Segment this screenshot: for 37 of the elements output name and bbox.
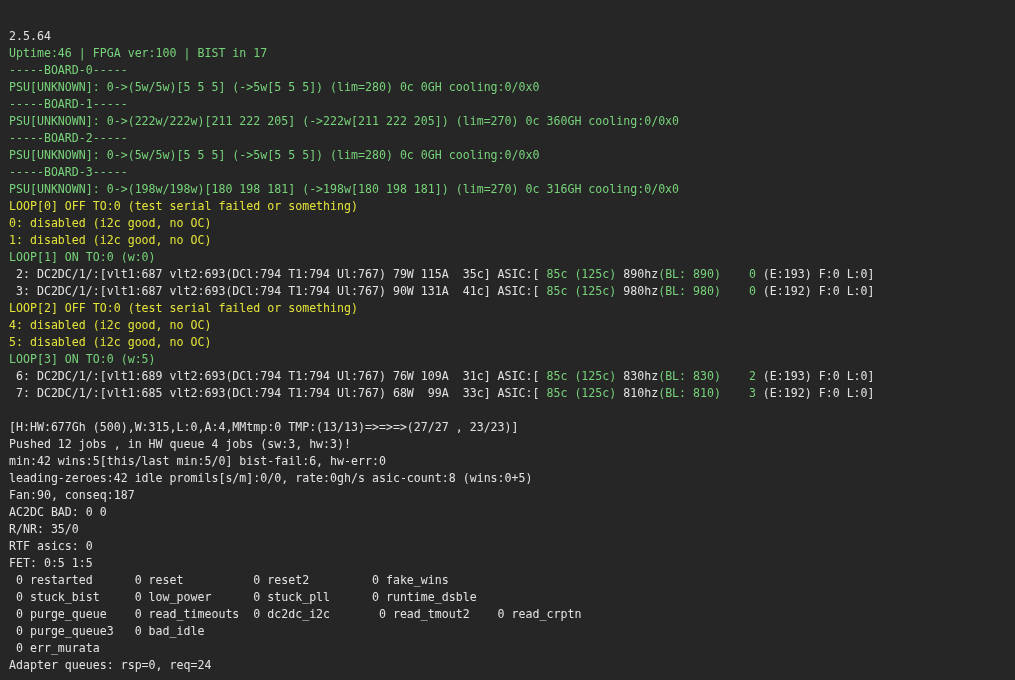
log-line: -----BOARD-3-----: [9, 164, 128, 181]
log-line: PSU[UNKNOWN]: 0->(5w/5w)[5 5 5] (->5w[5 5 5]) (lim=280) 0c 0GH cooling:0/0x0: [9, 147, 540, 164]
log-line: 4: disabled (i2c good, no OC): [9, 317, 212, 334]
log-line: leading-zeroes:42 idle promils[s/m]:0/0, rate:0gh/s asic-count:8 (wins:0+5): [9, 470, 533, 487]
log-line: LOOP[1] ON TO:0 (w:0): [9, 249, 156, 266]
log-line: Uptime:46 | FPGA ver:100 | BIST in 17: [9, 45, 268, 62]
log-line: RTF asics: 0: [9, 538, 93, 555]
log-line: [H:HW:677Gh (500),W:315,L:0,A:4,MMtmp:0 TMP:(13/13)=>=>=>(27/27 , 23/23)]: [9, 419, 519, 436]
log-line: LOOP[2] OFF TO:0 (test serial failed or something): [9, 300, 358, 317]
log-line: 0 purge_queue 0 read_timeouts 0 dc2dc_i2c 0 read_tmout2 0 read_crptn: [14, 606, 582, 623]
log-line: min:42 wins:5[this/last min:5/0] bist-fail:6, hw-err:0: [9, 453, 386, 470]
log-line: 0 stuck_bist 0 low_power 0 stuck_pll 0 runtime_dsble: [14, 589, 477, 606]
log-line: 7: DC2DC/1/:[vlt1:685 vlt2:693(DCl:794 T1:794 Ul:767) 68W 99A 33c] ASIC:[ 85c (125c) 810hz(BL: 810) 3 (E:192) F:0 L:0]: [14, 385, 875, 402]
log-line: FET: 0:5 1:5: [9, 555, 93, 572]
log-line: PSU[UNKNOWN]: 0->(5w/5w)[5 5 5] (->5w[5 5 5]) (lim=280) 0c 0GH cooling:0/0x0: [9, 79, 540, 96]
log-line: 2.5.64: [9, 28, 51, 45]
log-line: 0 restarted 0 reset 0 reset2 0 fake_wins: [14, 572, 449, 589]
log-line: LOOP[3] ON TO:0 (w:5): [9, 351, 156, 368]
log-line: -----BOARD-0-----: [9, 62, 128, 79]
log-line: 0 purge_queue3 0 bad_idle: [14, 623, 205, 640]
log-line: 0 err_murata: [14, 640, 100, 657]
log-line: 0: disabled (i2c good, no OC): [9, 215, 212, 232]
log-line: PSU[UNKNOWN]: 0->(222w/222w)[211 222 205] (->222w[211 222 205]) (lim=270) 0c 360GH cooling:0/0x0: [9, 113, 680, 130]
log-line: Adapter queues: rsp=0, req=24: [9, 657, 212, 674]
log-line: 2: DC2DC/1/:[vlt1:687 vlt2:693(DCl:794 T1:794 Ul:767) 79W 115A 35c] ASIC:[ 85c (125c) 890hz(BL: 890) 0 (E:193) F:0 L:0]: [14, 266, 875, 283]
log-line: PSU[UNKNOWN]: 0->(198w/198w)[180 198 181] (->198w[180 198 181]) (lim=270) 0c 316GH cooling:0/0x0: [9, 181, 680, 198]
log-line: -----BOARD-2-----: [9, 130, 128, 147]
log-line: 3: DC2DC/1/:[vlt1:687 vlt2:693(DCl:794 T1:794 Ul:767) 90W 131A 41c] ASIC:[ 85c (125c) 980hz(BL: 980) 0 (E:192) F:0 L:0]: [14, 283, 875, 300]
log-line: AC2DC BAD: 0 0: [9, 504, 107, 521]
log-line: Fan:90, conseq:187: [9, 487, 135, 504]
log-line: 1: disabled (i2c good, no OC): [9, 232, 212, 249]
log-line: 5: disabled (i2c good, no OC): [9, 334, 212, 351]
log-line: Pushed 12 jobs , in HW queue 4 jobs (sw:3, hw:3)!: [9, 436, 352, 453]
log-line: -----BOARD-1-----: [9, 96, 128, 113]
log-line: LOOP[0] OFF TO:0 (test serial failed or something): [9, 198, 358, 215]
log-line: 6: DC2DC/1/:[vlt1:689 vlt2:693(DCl:794 T1:794 Ul:767) 76W 109A 31c] ASIC:[ 85c (125c) 830hz(BL: 830) 2 (E:193) F:0 L:0]: [14, 368, 875, 385]
log-line: R/NR: 35/0: [9, 521, 79, 538]
